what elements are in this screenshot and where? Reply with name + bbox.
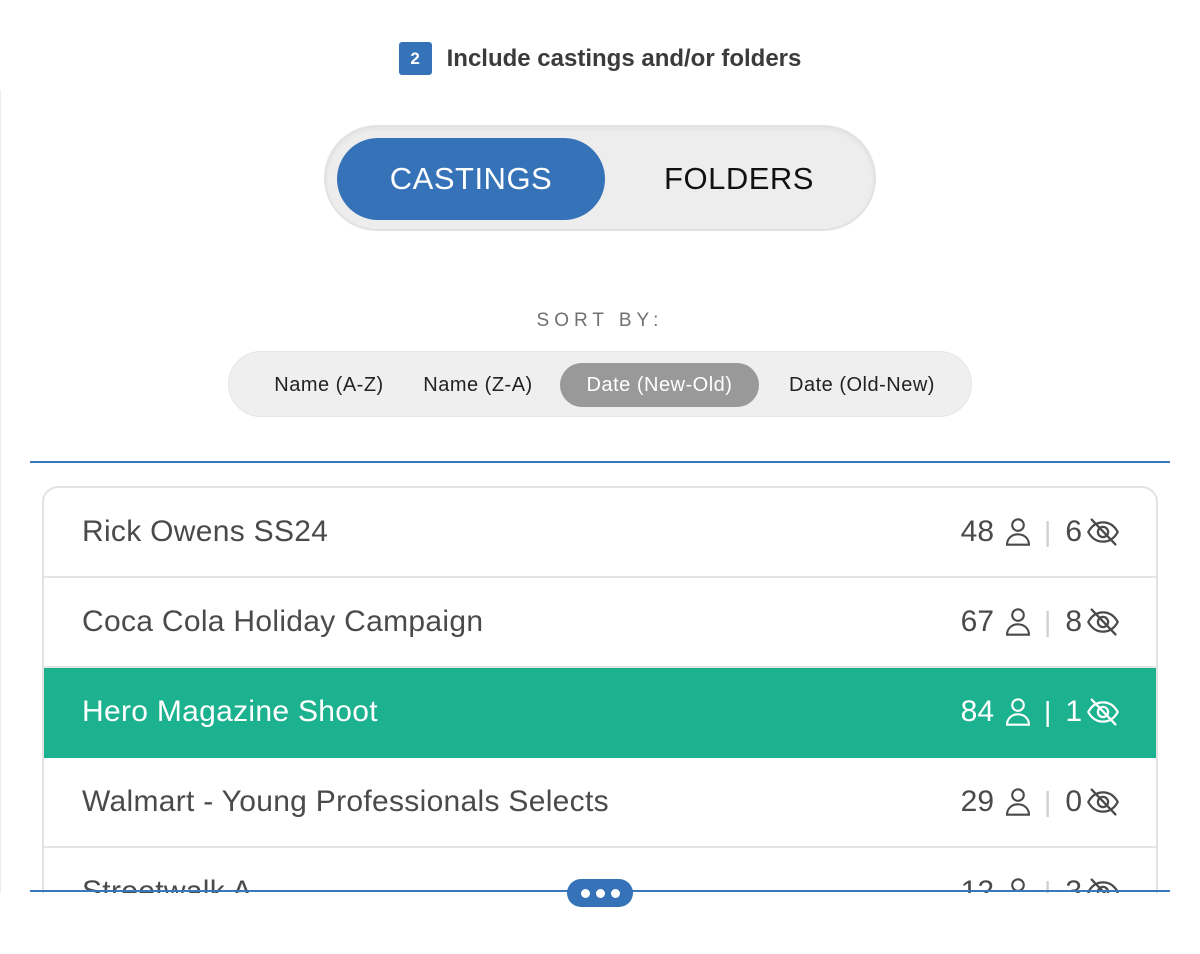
list-top-divider: [30, 461, 1170, 463]
more-dots-icon: [580, 888, 590, 898]
person-icon: [994, 607, 1032, 637]
hidden-count: 1: [1065, 695, 1082, 728]
sort-by-label: SORT BY:: [536, 310, 664, 331]
person-icon: [994, 697, 1032, 727]
list-item[interactable]: Walmart - Young Professionals Selects 29 |…: [44, 758, 1156, 848]
casting-stats: 29 | 0: [961, 785, 1120, 819]
castings-list: Rick Owens SS24 48 | 6 Coca Cola Holiday Cam…: [42, 486, 1158, 896]
list-item[interactable]: Hero Magazine Shoot 84 | 1: [44, 668, 1156, 758]
more-dots-icon: [595, 888, 605, 898]
hidden-count: 0: [1065, 785, 1082, 818]
person-icon: [994, 787, 1032, 817]
castings-folders-toggle: CASTINGS FOLDERS: [324, 125, 876, 231]
stats-separator: |: [1044, 786, 1052, 817]
panel-edge: [0, 90, 1, 950]
step-number-badge: 2: [398, 42, 432, 75]
casting-name: Coca Cola Holiday Campaign: [82, 605, 484, 638]
people-count: 29: [960, 785, 995, 818]
casting-stats: 67 | 8: [961, 605, 1120, 639]
casting-name: Rick Owens SS24: [82, 515, 329, 548]
person-icon: [994, 517, 1032, 547]
list-item[interactable]: Rick Owens SS24 48 | 6: [44, 488, 1156, 578]
sort-name-desc[interactable]: Name (Z-A): [407, 363, 549, 407]
more-button[interactable]: [567, 879, 633, 907]
sort-date-new-old[interactable]: Date (New-Old): [560, 363, 759, 407]
more-dots-icon: [610, 888, 620, 898]
list-item[interactable]: Coca Cola Holiday Campaign 67 | 8: [44, 578, 1156, 668]
eye-slash-icon: [1082, 607, 1120, 637]
stats-separator: |: [1044, 606, 1052, 637]
hidden-count: 8: [1065, 605, 1082, 638]
step-header: 2 Include castings and/or folders: [0, 42, 1200, 75]
casting-stats: 84 | 1: [961, 695, 1120, 729]
eye-slash-icon: [1082, 517, 1120, 547]
people-count: 67: [960, 605, 995, 638]
people-count: 84: [960, 695, 995, 728]
tab-castings[interactable]: CASTINGS: [337, 138, 605, 220]
sort-date-old-new[interactable]: Date (Old-New): [765, 363, 959, 407]
people-count: 48: [960, 515, 995, 548]
casting-stats: 48 | 6: [961, 515, 1120, 549]
eye-slash-icon: [1082, 697, 1120, 727]
sort-options-bar: Name (A-Z) Name (Z-A) Date (New-Old) Dat…: [228, 351, 972, 417]
casting-name: Walmart - Young Professionals Selects: [82, 785, 609, 818]
casting-name: Hero Magazine Shoot: [82, 695, 378, 728]
stats-separator: |: [1044, 696, 1052, 727]
sort-name-asc[interactable]: Name (A-Z): [243, 363, 415, 407]
eye-slash-icon: [1082, 787, 1120, 817]
hidden-count: 6: [1065, 515, 1082, 548]
stats-separator: |: [1044, 516, 1052, 547]
tab-folders[interactable]: FOLDERS: [605, 138, 873, 220]
step-title: Include castings and/or folders: [446, 44, 802, 72]
